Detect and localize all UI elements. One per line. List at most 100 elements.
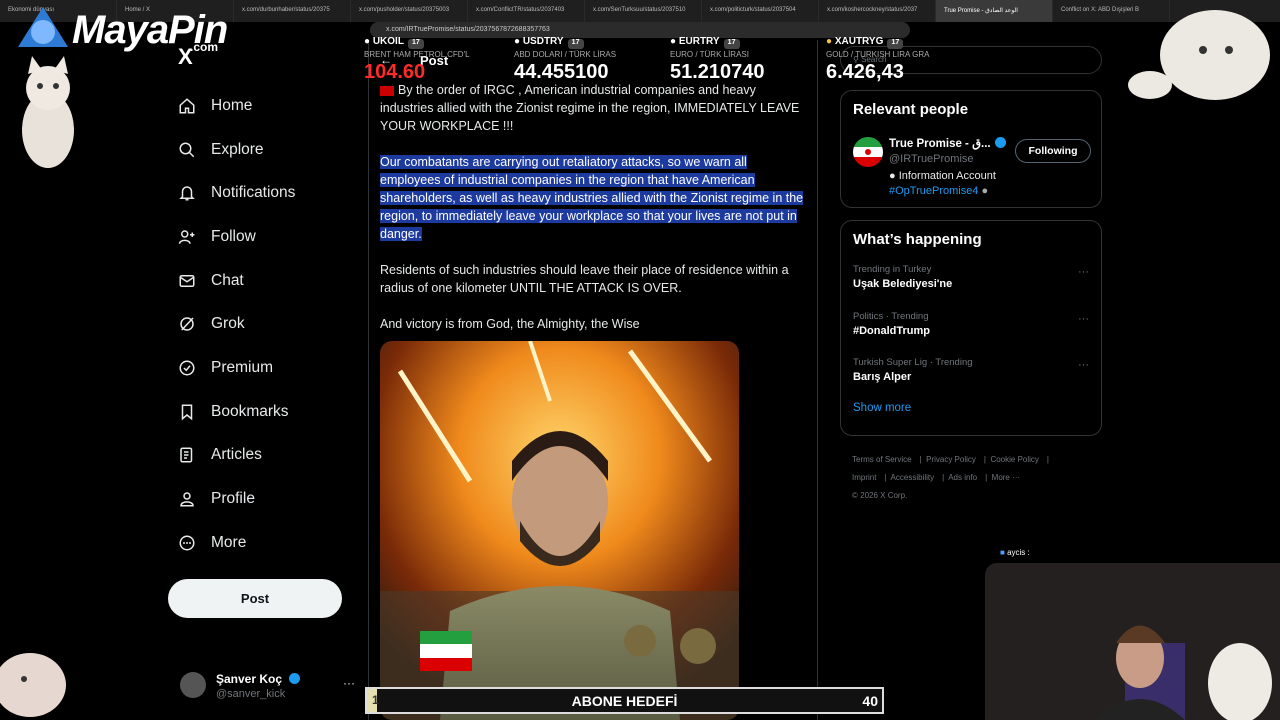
nav-grok[interactable]: Grok bbox=[168, 302, 358, 346]
following-button[interactable]: Following bbox=[1015, 139, 1091, 163]
tradingview-icon: 17 bbox=[407, 39, 424, 49]
browser-tab-active[interactable]: True Promise - الوعد الصادق bbox=[936, 0, 1053, 22]
left-sidebar: X Home Explore Notifications Follow Chat… bbox=[168, 44, 358, 565]
browser-tab[interactable]: x.com/koshercockney/status/2037 bbox=[819, 0, 936, 22]
subscriber-goal-bar: 1 ABONE HEDEFİ 40 bbox=[365, 687, 884, 714]
tweet-image[interactable] bbox=[380, 341, 739, 720]
browser-tab[interactable]: x.com/pusholder/status/20375003 bbox=[351, 0, 468, 22]
iran-flag-avatar-icon bbox=[853, 137, 883, 167]
nav-label: Articles bbox=[211, 446, 262, 464]
webcam-image bbox=[985, 563, 1280, 720]
column-divider bbox=[368, 40, 369, 720]
ticker-desc: GOLD / TURKISH LIRA GRA bbox=[826, 50, 930, 59]
footer-link[interactable]: Accessibility bbox=[891, 473, 935, 482]
nav-home[interactable]: Home bbox=[168, 84, 358, 128]
show-more-link[interactable]: Show more bbox=[841, 398, 1101, 424]
home-icon bbox=[179, 98, 195, 114]
more-options-icon[interactable]: ··· bbox=[1078, 266, 1089, 278]
nav-more[interactable]: More bbox=[168, 521, 358, 565]
more-options-icon[interactable]: ··· bbox=[343, 676, 355, 690]
globe-icon: ● bbox=[978, 185, 989, 197]
ticker-symbol-text: XAUTRYG bbox=[834, 36, 884, 47]
trend-meta: Trending in Turkey bbox=[853, 264, 932, 275]
chat-badge-icon: ■ bbox=[1000, 548, 1008, 557]
footer-link[interactable]: Terms of Service bbox=[852, 455, 912, 464]
us-flag-icon: ● bbox=[514, 36, 523, 47]
ticker-desc: ABD DOLARI / TÜRK LİRAS bbox=[514, 50, 617, 59]
verified-badge-icon bbox=[994, 137, 1006, 148]
cat-sticker bbox=[1128, 10, 1270, 100]
tweet-text: By the order of IRGC , American industri… bbox=[380, 81, 808, 351]
relevant-people-panel: Relevant people True Promise - ق... @IRT… bbox=[840, 90, 1102, 208]
nav-premium[interactable]: Premium bbox=[168, 346, 358, 390]
nav-explore[interactable]: Explore bbox=[168, 128, 358, 172]
avatar[interactable] bbox=[853, 137, 883, 167]
nav-follow[interactable]: Follow bbox=[168, 215, 358, 259]
person-icon bbox=[180, 492, 194, 507]
nav-articles[interactable]: Articles bbox=[168, 434, 358, 478]
person-bio: ● Information Account bbox=[889, 170, 996, 182]
mail-icon bbox=[179, 274, 195, 287]
copyright: © 2026 X Corp. bbox=[852, 491, 908, 500]
avatar bbox=[180, 672, 206, 698]
ticker-symbol: ● EURTRY 17 bbox=[670, 36, 765, 49]
tweet-paragraph: And victory is from God, the Almighty, t… bbox=[380, 317, 640, 331]
cat-sticker bbox=[0, 653, 66, 717]
cat-sticker bbox=[22, 56, 74, 168]
account-name: Şanver Koç bbox=[216, 672, 301, 686]
browser-tab[interactable]: x.com/politicturk/status/2037504 bbox=[702, 0, 819, 22]
trend-item[interactable]: Politics · Trending #DonaldTrump ··· bbox=[841, 305, 1101, 352]
ticker-symbol: ● USDTRY 17 bbox=[514, 36, 616, 49]
ticker-symbol-text: UKOIL bbox=[372, 36, 404, 47]
tweet-image-art bbox=[380, 341, 739, 720]
nav-label: Home bbox=[211, 96, 253, 114]
post-button[interactable]: Post bbox=[168, 579, 342, 618]
browser-tab[interactable]: x.com/SenTurksuu/status/2037510 bbox=[585, 0, 702, 22]
article-icon bbox=[180, 447, 193, 463]
account-switcher[interactable]: Şanver Koç @sanver_kick ··· bbox=[180, 670, 355, 706]
add-person-icon bbox=[178, 230, 195, 244]
footer-link[interactable]: More ··· bbox=[992, 473, 1020, 482]
more-options-icon[interactable]: ··· bbox=[1078, 313, 1089, 325]
ticker-symbol-text: USDTRY bbox=[522, 36, 564, 47]
trend-name: Barış Alper bbox=[853, 371, 912, 383]
ticker-xautryg: ● XAUTRYG 17 GOLD / TURKISH LIRA GRA 6.42… bbox=[826, 36, 929, 92]
browser-tab[interactable]: x.com/durbunhaber/status/20375 bbox=[234, 0, 351, 22]
browser-tab[interactable]: x.com/ConflictTR/status/2037403 bbox=[468, 0, 585, 22]
more-options-icon[interactable]: ··· bbox=[1078, 359, 1089, 371]
trend-meta: Politics · Trending bbox=[853, 310, 929, 322]
nav-label: More bbox=[211, 533, 247, 551]
nav-label: Chat bbox=[211, 271, 244, 289]
footer-link[interactable]: Cookie Policy bbox=[990, 455, 1038, 464]
nav-chat[interactable]: Chat bbox=[168, 259, 358, 303]
logo-suffix: .com bbox=[190, 40, 219, 54]
person-name[interactable]: True Promise - ق... bbox=[889, 136, 1006, 150]
footer-link[interactable]: Ads info bbox=[948, 473, 977, 482]
ticker-value: 51.210740 bbox=[670, 61, 765, 83]
nav-notifications[interactable]: Notifications bbox=[168, 171, 358, 215]
ticker-usdtry: ● USDTRY 17 ABD DOLARI / TÜRK LİRAS 44.45… bbox=[514, 36, 616, 92]
person-bio-text: Information Account bbox=[898, 170, 996, 182]
bell-icon bbox=[179, 186, 195, 201]
trend-meta: Turkish Super Lig · Trending bbox=[853, 357, 973, 368]
person-hashtag[interactable]: #OpTruePromise4 ● bbox=[889, 185, 988, 197]
trend-name: #DonaldTrump bbox=[853, 324, 931, 337]
person-handle: @IRTruePromise bbox=[889, 153, 974, 165]
account-name-text: Şanver Koç bbox=[216, 672, 283, 686]
trend-item[interactable]: Trending in Turkey Uşak Belediyesi'ne ··… bbox=[841, 258, 1101, 305]
whats-happening-panel: What’s happening Trending in Turkey Uşak… bbox=[840, 220, 1102, 436]
nav-bookmarks[interactable]: Bookmarks bbox=[168, 390, 358, 434]
search-icon bbox=[179, 142, 195, 157]
trend-item[interactable]: Turkish Super Lig · Trending Barış Alper… bbox=[841, 351, 1101, 398]
nav-label: Bookmarks bbox=[211, 402, 289, 420]
ticker-ukoil: ● UKOIL 17 BRENT HAM PETROL CFD'L 104.60 bbox=[364, 36, 470, 92]
account-handle: @sanver_kick bbox=[216, 688, 286, 700]
subscriber-goal-label: ABONE HEDEFİ bbox=[571, 693, 678, 709]
panel-title: Relevant people bbox=[853, 101, 969, 118]
nav-profile[interactable]: Profile bbox=[168, 477, 358, 521]
ticker-value: 44.455100 bbox=[514, 61, 609, 83]
footer-link[interactable]: Privacy Policy bbox=[926, 455, 976, 464]
footer-link[interactable]: Imprint bbox=[852, 473, 876, 482]
tweet-paragraph-selected: Our combatants are carrying out retaliat… bbox=[380, 153, 808, 243]
nav-label: Notifications bbox=[211, 184, 296, 202]
